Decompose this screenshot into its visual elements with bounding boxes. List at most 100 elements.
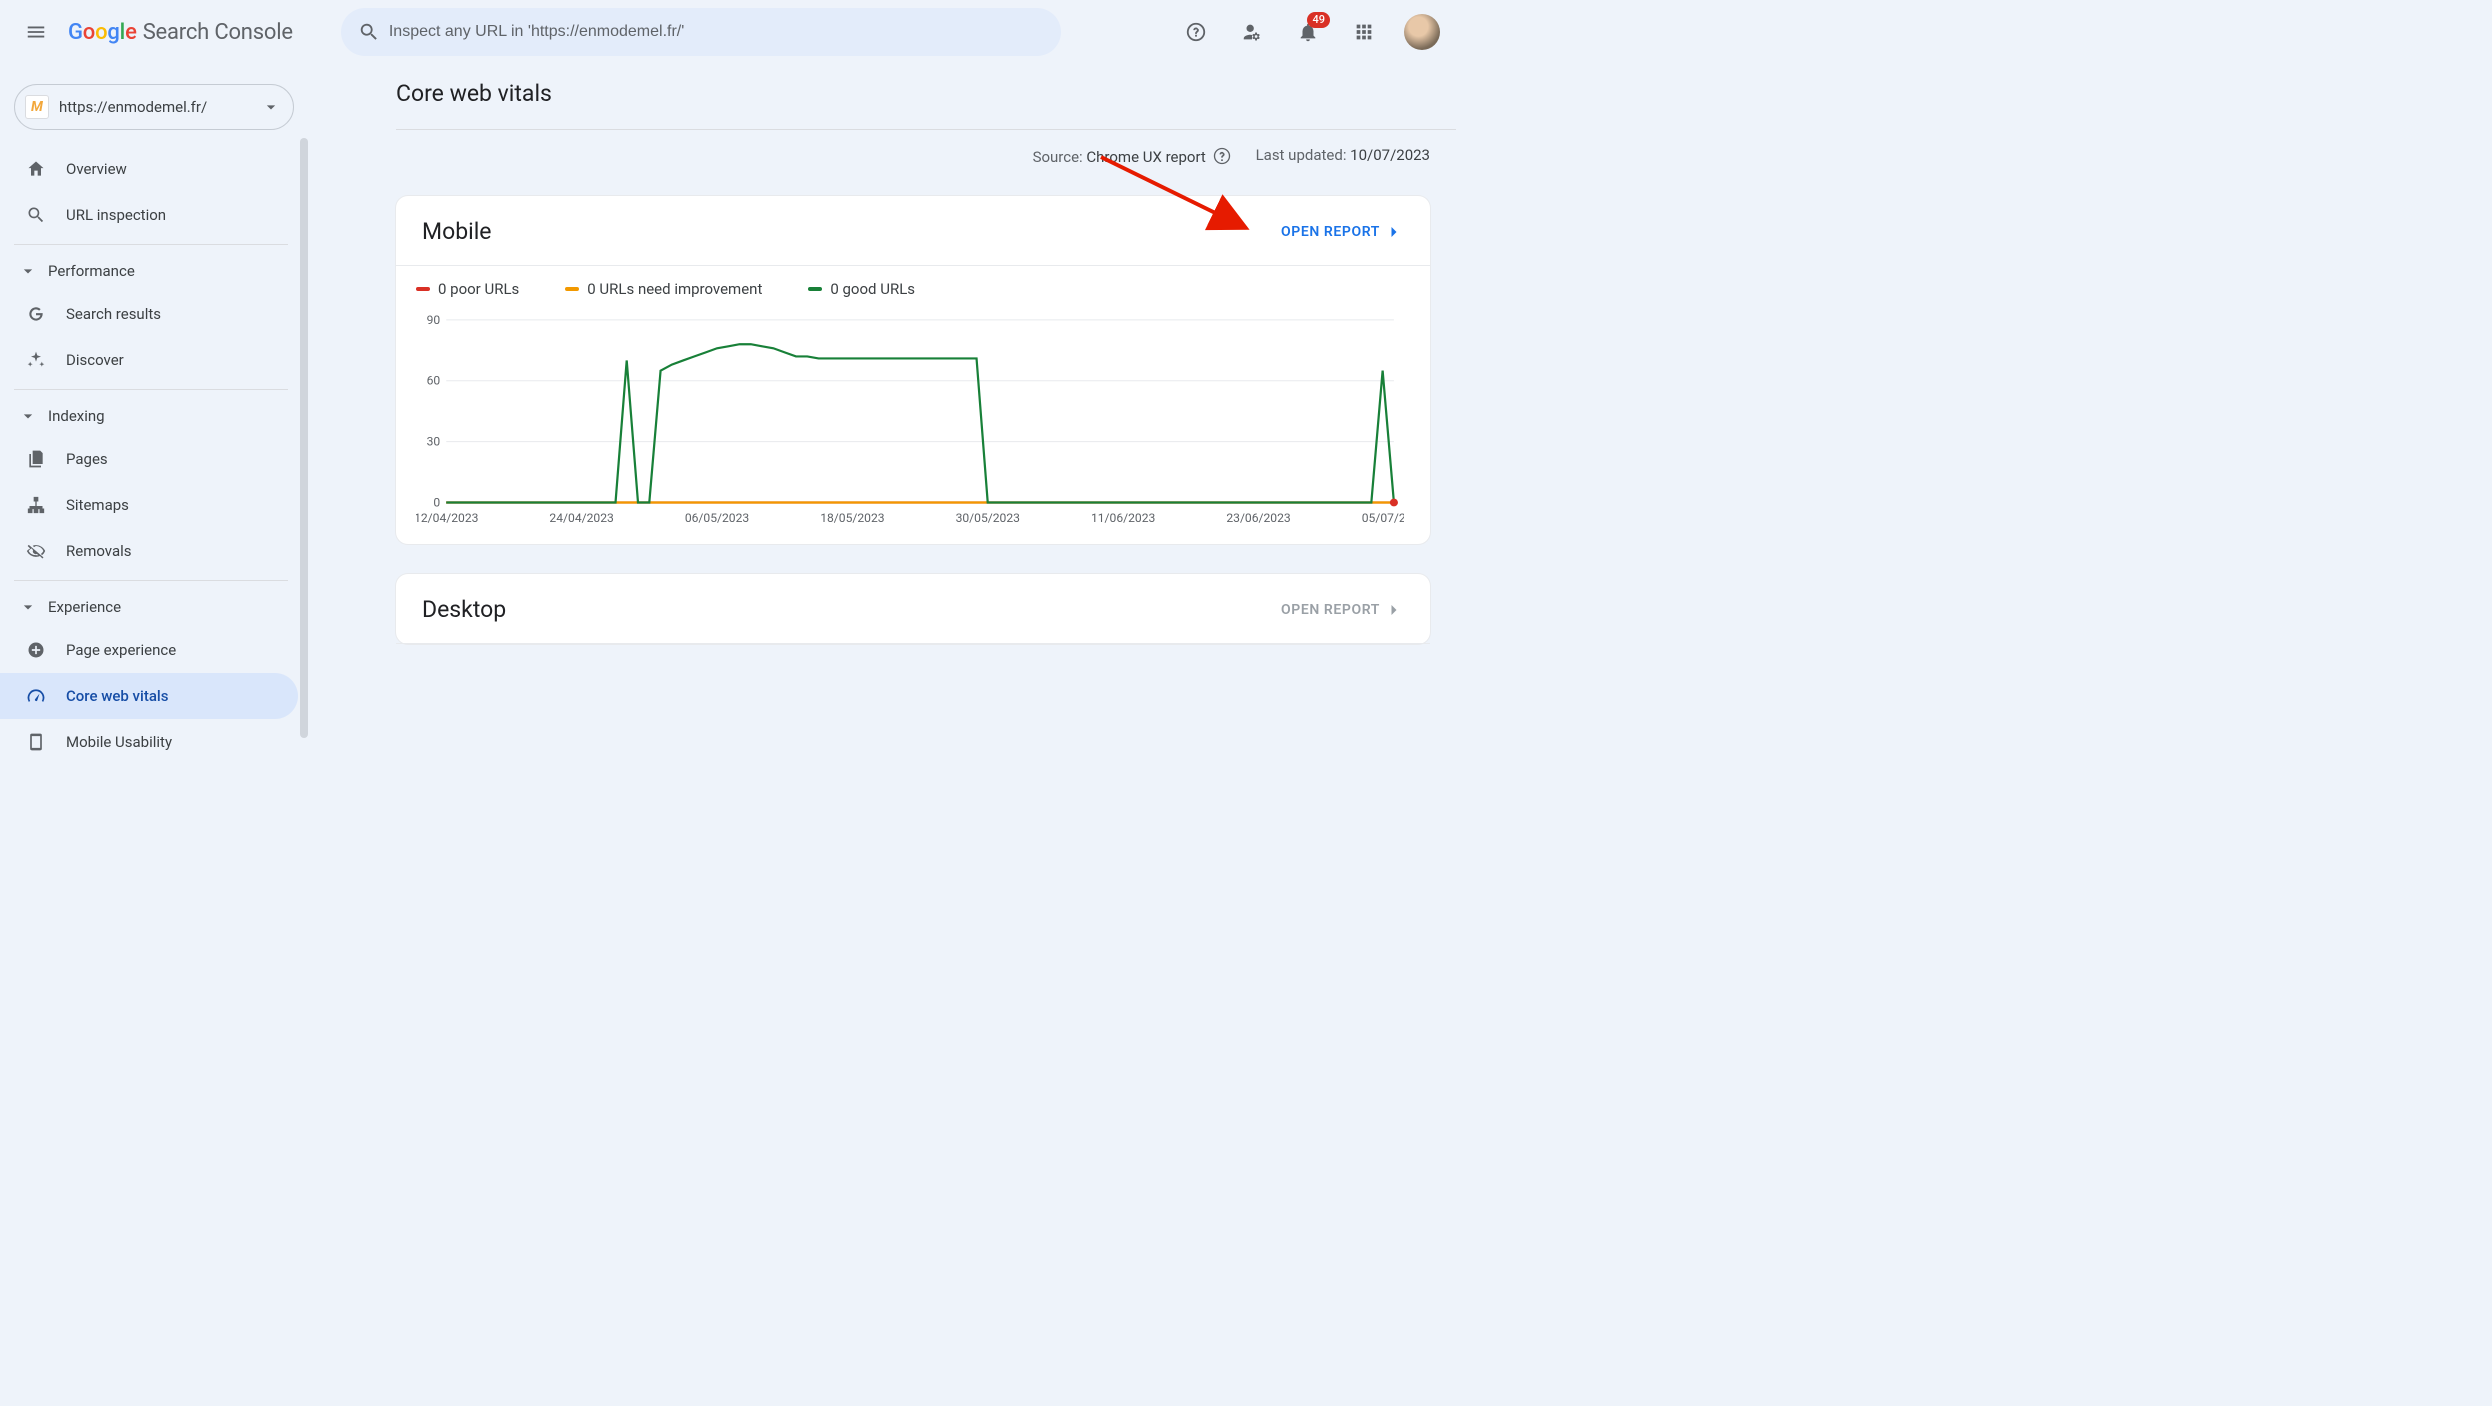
search-input[interactable]: [389, 23, 1053, 41]
home-icon: [24, 159, 48, 179]
nav-label: Removals: [66, 542, 132, 560]
help-button[interactable]: [1172, 8, 1220, 56]
legend-poor: 0 poor URLs: [416, 280, 519, 298]
circle-plus-icon: [24, 640, 48, 660]
chevron-right-icon: [1384, 600, 1404, 620]
svg-text:60: 60: [427, 374, 441, 388]
nav-page-experience[interactable]: Page experience: [0, 627, 298, 673]
nav-label: Overview: [66, 160, 127, 178]
card-title: Desktop: [422, 596, 506, 623]
property-selector[interactable]: M https://enmodemel.fr/: [14, 84, 294, 130]
menu-button[interactable]: [12, 8, 60, 56]
nav-mobile-usability[interactable]: Mobile Usability: [0, 719, 298, 765]
visibility-off-icon: [24, 541, 48, 561]
smartphone-icon: [24, 732, 48, 752]
google-wordmark: Google: [68, 20, 137, 45]
svg-text:12/04/2023: 12/04/2023: [416, 511, 478, 525]
header-actions: 49: [1172, 8, 1440, 56]
open-report-mobile[interactable]: OPEN REPORT: [1281, 222, 1404, 242]
nav-label: Mobile Usability: [66, 733, 172, 751]
nav-label: Search results: [66, 305, 161, 323]
product-logo[interactable]: Google Search Console: [68, 20, 293, 45]
nav-label: URL inspection: [66, 206, 166, 224]
nav-label: Pages: [66, 450, 108, 468]
nav-discover[interactable]: Discover: [0, 337, 298, 383]
app-header: Google Search Console 49: [0, 0, 1456, 64]
nav-label: Sitemaps: [66, 496, 129, 514]
svg-text:90: 90: [427, 314, 441, 327]
divider: [396, 643, 1430, 644]
nav-separator: [14, 389, 288, 390]
last-updated: Last updated: 10/07/2023: [1256, 146, 1430, 166]
nav-section-label: Indexing: [48, 407, 105, 425]
sidebar-scrollbar[interactable]: [300, 138, 308, 738]
card-desktop: Desktop OPEN REPORT: [396, 574, 1430, 644]
swatch-need: [565, 287, 579, 291]
svg-text:18/05/2023: 18/05/2023: [820, 511, 884, 525]
chart-legend: 0 poor URLs 0 URLs need improvement 0 go…: [396, 266, 1430, 304]
nav-core-web-vitals[interactable]: Core web vitals: [0, 673, 298, 719]
svg-text:30: 30: [427, 435, 441, 449]
apps-grid-icon: [1353, 21, 1375, 43]
nav-separator: [14, 580, 288, 581]
property-favicon: M: [25, 95, 49, 119]
svg-text:11/06/2023: 11/06/2023: [1091, 511, 1155, 525]
chevron-right-icon: [1384, 222, 1404, 242]
pages-icon: [24, 449, 48, 469]
users-settings-button[interactable]: [1228, 8, 1276, 56]
svg-text:23/06/2023: 23/06/2023: [1226, 511, 1290, 525]
nav-overview[interactable]: Overview: [0, 146, 298, 192]
nav-separator: [14, 244, 288, 245]
nav-removals[interactable]: Removals: [0, 528, 298, 574]
card-title: Mobile: [422, 218, 492, 245]
open-report-desktop[interactable]: OPEN REPORT: [1281, 600, 1404, 620]
nav-label: Page experience: [66, 641, 176, 659]
nav-section-experience[interactable]: Experience: [0, 587, 306, 627]
chevron-down-icon: [18, 261, 38, 281]
nav-label: Discover: [66, 351, 124, 369]
source-info: Source: Chrome UX report: [1033, 146, 1232, 166]
swatch-poor: [416, 287, 430, 291]
speed-icon: [24, 686, 48, 706]
chart-mobile: 0 30 60 90 12/04/2023 24/04/2023 06/05/2023 18/…: [396, 304, 1430, 544]
product-name: Search Console: [143, 20, 293, 45]
chevron-down-icon: [18, 597, 38, 617]
account-avatar[interactable]: [1404, 14, 1440, 50]
apps-button[interactable]: [1340, 8, 1388, 56]
property-url: https://enmodemel.fr/: [59, 98, 251, 116]
page-title: Core web vitals: [396, 80, 1456, 129]
sitemap-icon: [24, 495, 48, 515]
legend-good: 0 good URLs: [808, 280, 915, 298]
nav-section-label: Experience: [48, 598, 121, 616]
swatch-good: [808, 287, 822, 291]
notification-badge: 49: [1307, 12, 1330, 28]
card-mobile: Mobile OPEN REPORT 0 poor URLs 0 URLs ne…: [396, 196, 1430, 544]
nav-label: Core web vitals: [66, 687, 168, 705]
url-inspect-search[interactable]: [341, 8, 1061, 56]
sidebar: M https://enmodemel.fr/ Overview URL ins…: [0, 64, 306, 822]
nav-search-results[interactable]: Search results: [0, 291, 298, 337]
nav-section-label: Performance: [48, 262, 135, 280]
search-icon: [349, 21, 389, 43]
nav-section-indexing[interactable]: Indexing: [0, 396, 306, 436]
nav-sitemaps[interactable]: Sitemaps: [0, 482, 298, 528]
help-icon[interactable]: [1212, 146, 1232, 166]
svg-text:30/05/2023: 30/05/2023: [956, 511, 1020, 525]
google-g-icon: [24, 304, 48, 324]
divider: [396, 129, 1456, 130]
svg-text:05/07/2023: 05/07/2023: [1362, 511, 1404, 525]
nav-section-performance[interactable]: Performance: [0, 251, 306, 291]
svg-text:06/05/2023: 06/05/2023: [685, 511, 749, 525]
notifications-button[interactable]: 49: [1284, 8, 1332, 56]
nav-pages[interactable]: Pages: [0, 436, 298, 482]
svg-text:0: 0: [433, 496, 440, 510]
chevron-down-icon: [18, 406, 38, 426]
svg-text:24/04/2023: 24/04/2023: [549, 511, 613, 525]
nav-url-inspection[interactable]: URL inspection: [0, 192, 298, 238]
hamburger-icon: [25, 21, 47, 43]
search-icon: [24, 205, 48, 225]
chevron-down-icon: [261, 97, 281, 117]
legend-need-improvement: 0 URLs need improvement: [565, 280, 762, 298]
discover-icon: [24, 350, 48, 370]
help-icon: [1185, 21, 1207, 43]
